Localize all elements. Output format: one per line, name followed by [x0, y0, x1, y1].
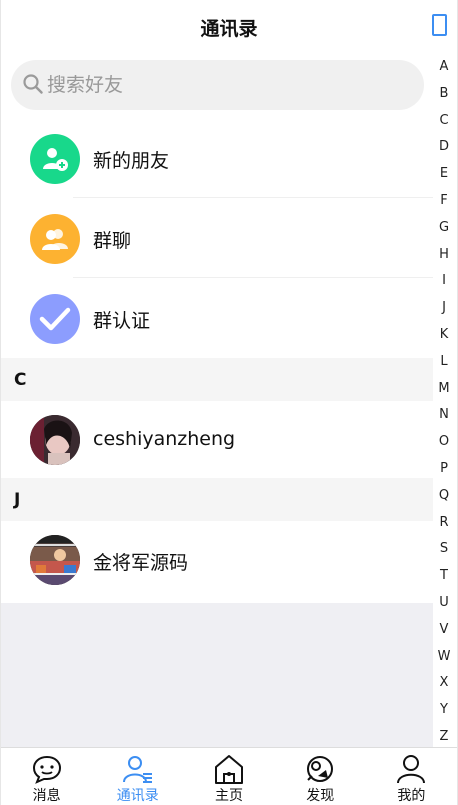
tab-home[interactable]: 主页: [183, 748, 274, 805]
tab-messages[interactable]: 消息: [1, 748, 92, 805]
tab-label: 我的: [397, 788, 426, 804]
group-verify-label: 群认证: [93, 310, 151, 332]
tab-label: 通讯录: [116, 788, 159, 804]
tab-label: 消息: [32, 788, 61, 804]
contacts-icon: [122, 756, 152, 783]
alphabet-index[interactable]: ABCDEFGHIJKLMNOPQRSTUVWXYZ: [433, 54, 455, 751]
new-friends-row[interactable]: 新的朋友: [1, 118, 433, 198]
index-letter-f[interactable]: F: [433, 188, 455, 215]
tab-label: 发现: [306, 788, 335, 804]
index-letter-m[interactable]: M: [433, 376, 455, 403]
index-letter-q[interactable]: Q: [433, 483, 455, 510]
contact-name: ceshiyanzheng: [93, 428, 236, 450]
group-chat-avatar: [30, 214, 80, 264]
phone-icon[interactable]: [432, 14, 447, 36]
contacts-screen: 通讯录 新的朋友: [0, 0, 458, 805]
index-letter-l[interactable]: L: [433, 349, 455, 376]
contact-name: 金将军源码: [93, 552, 189, 574]
index-letter-j[interactable]: J: [433, 295, 455, 322]
chat-bubble-icon: [32, 755, 61, 784]
tab-contacts[interactable]: 通讯录: [92, 748, 183, 805]
search-bar[interactable]: [11, 60, 424, 110]
index-letter-n[interactable]: N: [433, 402, 455, 429]
group-chat-row[interactable]: 群聊: [1, 198, 433, 278]
index-letter-t[interactable]: T: [433, 563, 455, 590]
index-letter-b[interactable]: B: [433, 81, 455, 108]
avatar-photo: [30, 535, 80, 585]
index-letter-u[interactable]: U: [433, 590, 455, 617]
check-icon: [39, 307, 71, 331]
avatar: [30, 415, 80, 465]
contact-list: 新的朋友 群聊 群认证 C ceshiyanzheng J 金将军源码: [1, 118, 433, 598]
empty-area: [1, 603, 433, 747]
add-user-icon: [43, 148, 68, 171]
index-letter-s[interactable]: S: [433, 536, 455, 563]
tab-discover[interactable]: 发现: [275, 748, 366, 805]
tab-bar: 消息 通讯录 主页 发现 我的: [1, 747, 457, 805]
index-letter-k[interactable]: K: [433, 322, 455, 349]
group-verify-avatar: [30, 294, 80, 344]
section-letter: J: [14, 490, 21, 510]
index-letter-h[interactable]: H: [433, 242, 455, 269]
home-icon: [215, 755, 243, 784]
index-letter-v[interactable]: V: [433, 617, 455, 644]
index-letter-e[interactable]: E: [433, 161, 455, 188]
discover-icon: [307, 756, 334, 782]
group-verify-row[interactable]: 群认证: [1, 278, 433, 358]
section-letter: C: [14, 370, 27, 390]
search-icon: [23, 74, 43, 94]
index-letter-o[interactable]: O: [433, 429, 455, 456]
index-letter-i[interactable]: I: [433, 268, 455, 295]
index-letter-x[interactable]: X: [433, 670, 455, 697]
profile-icon: [397, 755, 426, 784]
section-header-j: J: [1, 478, 433, 521]
contact-row[interactable]: ceshiyanzheng: [1, 401, 433, 478]
new-friends-label: 新的朋友: [93, 150, 170, 172]
index-letter-g[interactable]: G: [433, 215, 455, 242]
index-letter-p[interactable]: P: [433, 456, 455, 483]
tab-profile[interactable]: 我的: [366, 748, 457, 805]
group-icon: [42, 229, 68, 250]
index-letter-y[interactable]: Y: [433, 697, 455, 724]
page-title: 通讯录: [200, 18, 258, 40]
index-letter-c[interactable]: C: [433, 108, 455, 135]
avatar: [30, 535, 80, 585]
index-letter-d[interactable]: D: [433, 134, 455, 161]
avatar-photo: [30, 415, 80, 465]
index-letter-w[interactable]: W: [433, 644, 455, 671]
search-input[interactable]: [47, 60, 407, 110]
header: 通讯录: [1, 0, 457, 52]
section-header-c: C: [1, 358, 433, 401]
new-friends-avatar: [30, 134, 80, 184]
tab-label: 主页: [215, 788, 243, 804]
group-chat-label: 群聊: [93, 230, 132, 252]
index-letter-r[interactable]: R: [433, 510, 455, 537]
index-letter-a[interactable]: A: [433, 54, 455, 81]
contact-row[interactable]: 金将军源码: [1, 521, 433, 598]
